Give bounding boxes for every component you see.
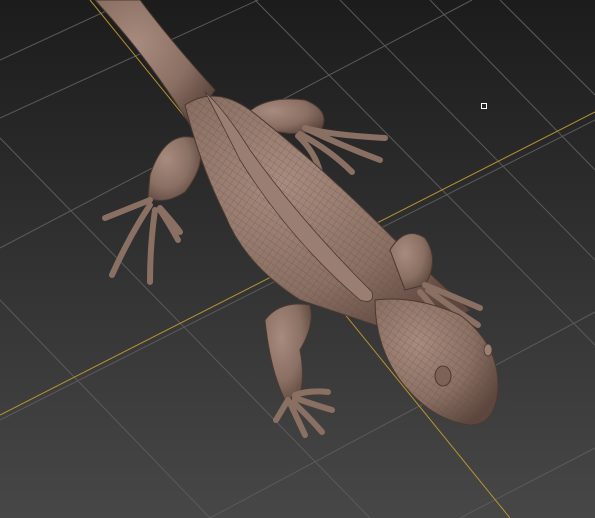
3d-viewport[interactable] <box>0 0 595 518</box>
lizard-eye <box>434 365 452 387</box>
viewport-canvas <box>0 0 595 518</box>
lizard-nostril <box>483 343 493 357</box>
